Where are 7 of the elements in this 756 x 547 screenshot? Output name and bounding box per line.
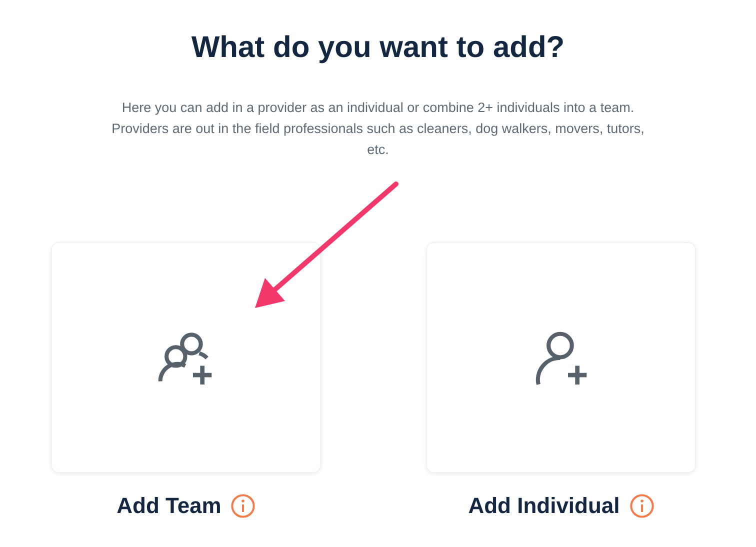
info-icon[interactable]	[630, 494, 654, 518]
option-card[interactable]	[51, 242, 321, 473]
page-heading: What do you want to add?	[191, 30, 565, 66]
option-label: Add Team	[116, 493, 222, 519]
info-icon[interactable]	[231, 494, 256, 518]
option-label: Add Individual	[468, 493, 620, 519]
description-text: Here you can add in a provider as an individual or combine 2+ individuals into a team. Providers are out in the field professionals such as cleaners, dog walkers, movers, tutors, etc.	[110, 99, 646, 159]
